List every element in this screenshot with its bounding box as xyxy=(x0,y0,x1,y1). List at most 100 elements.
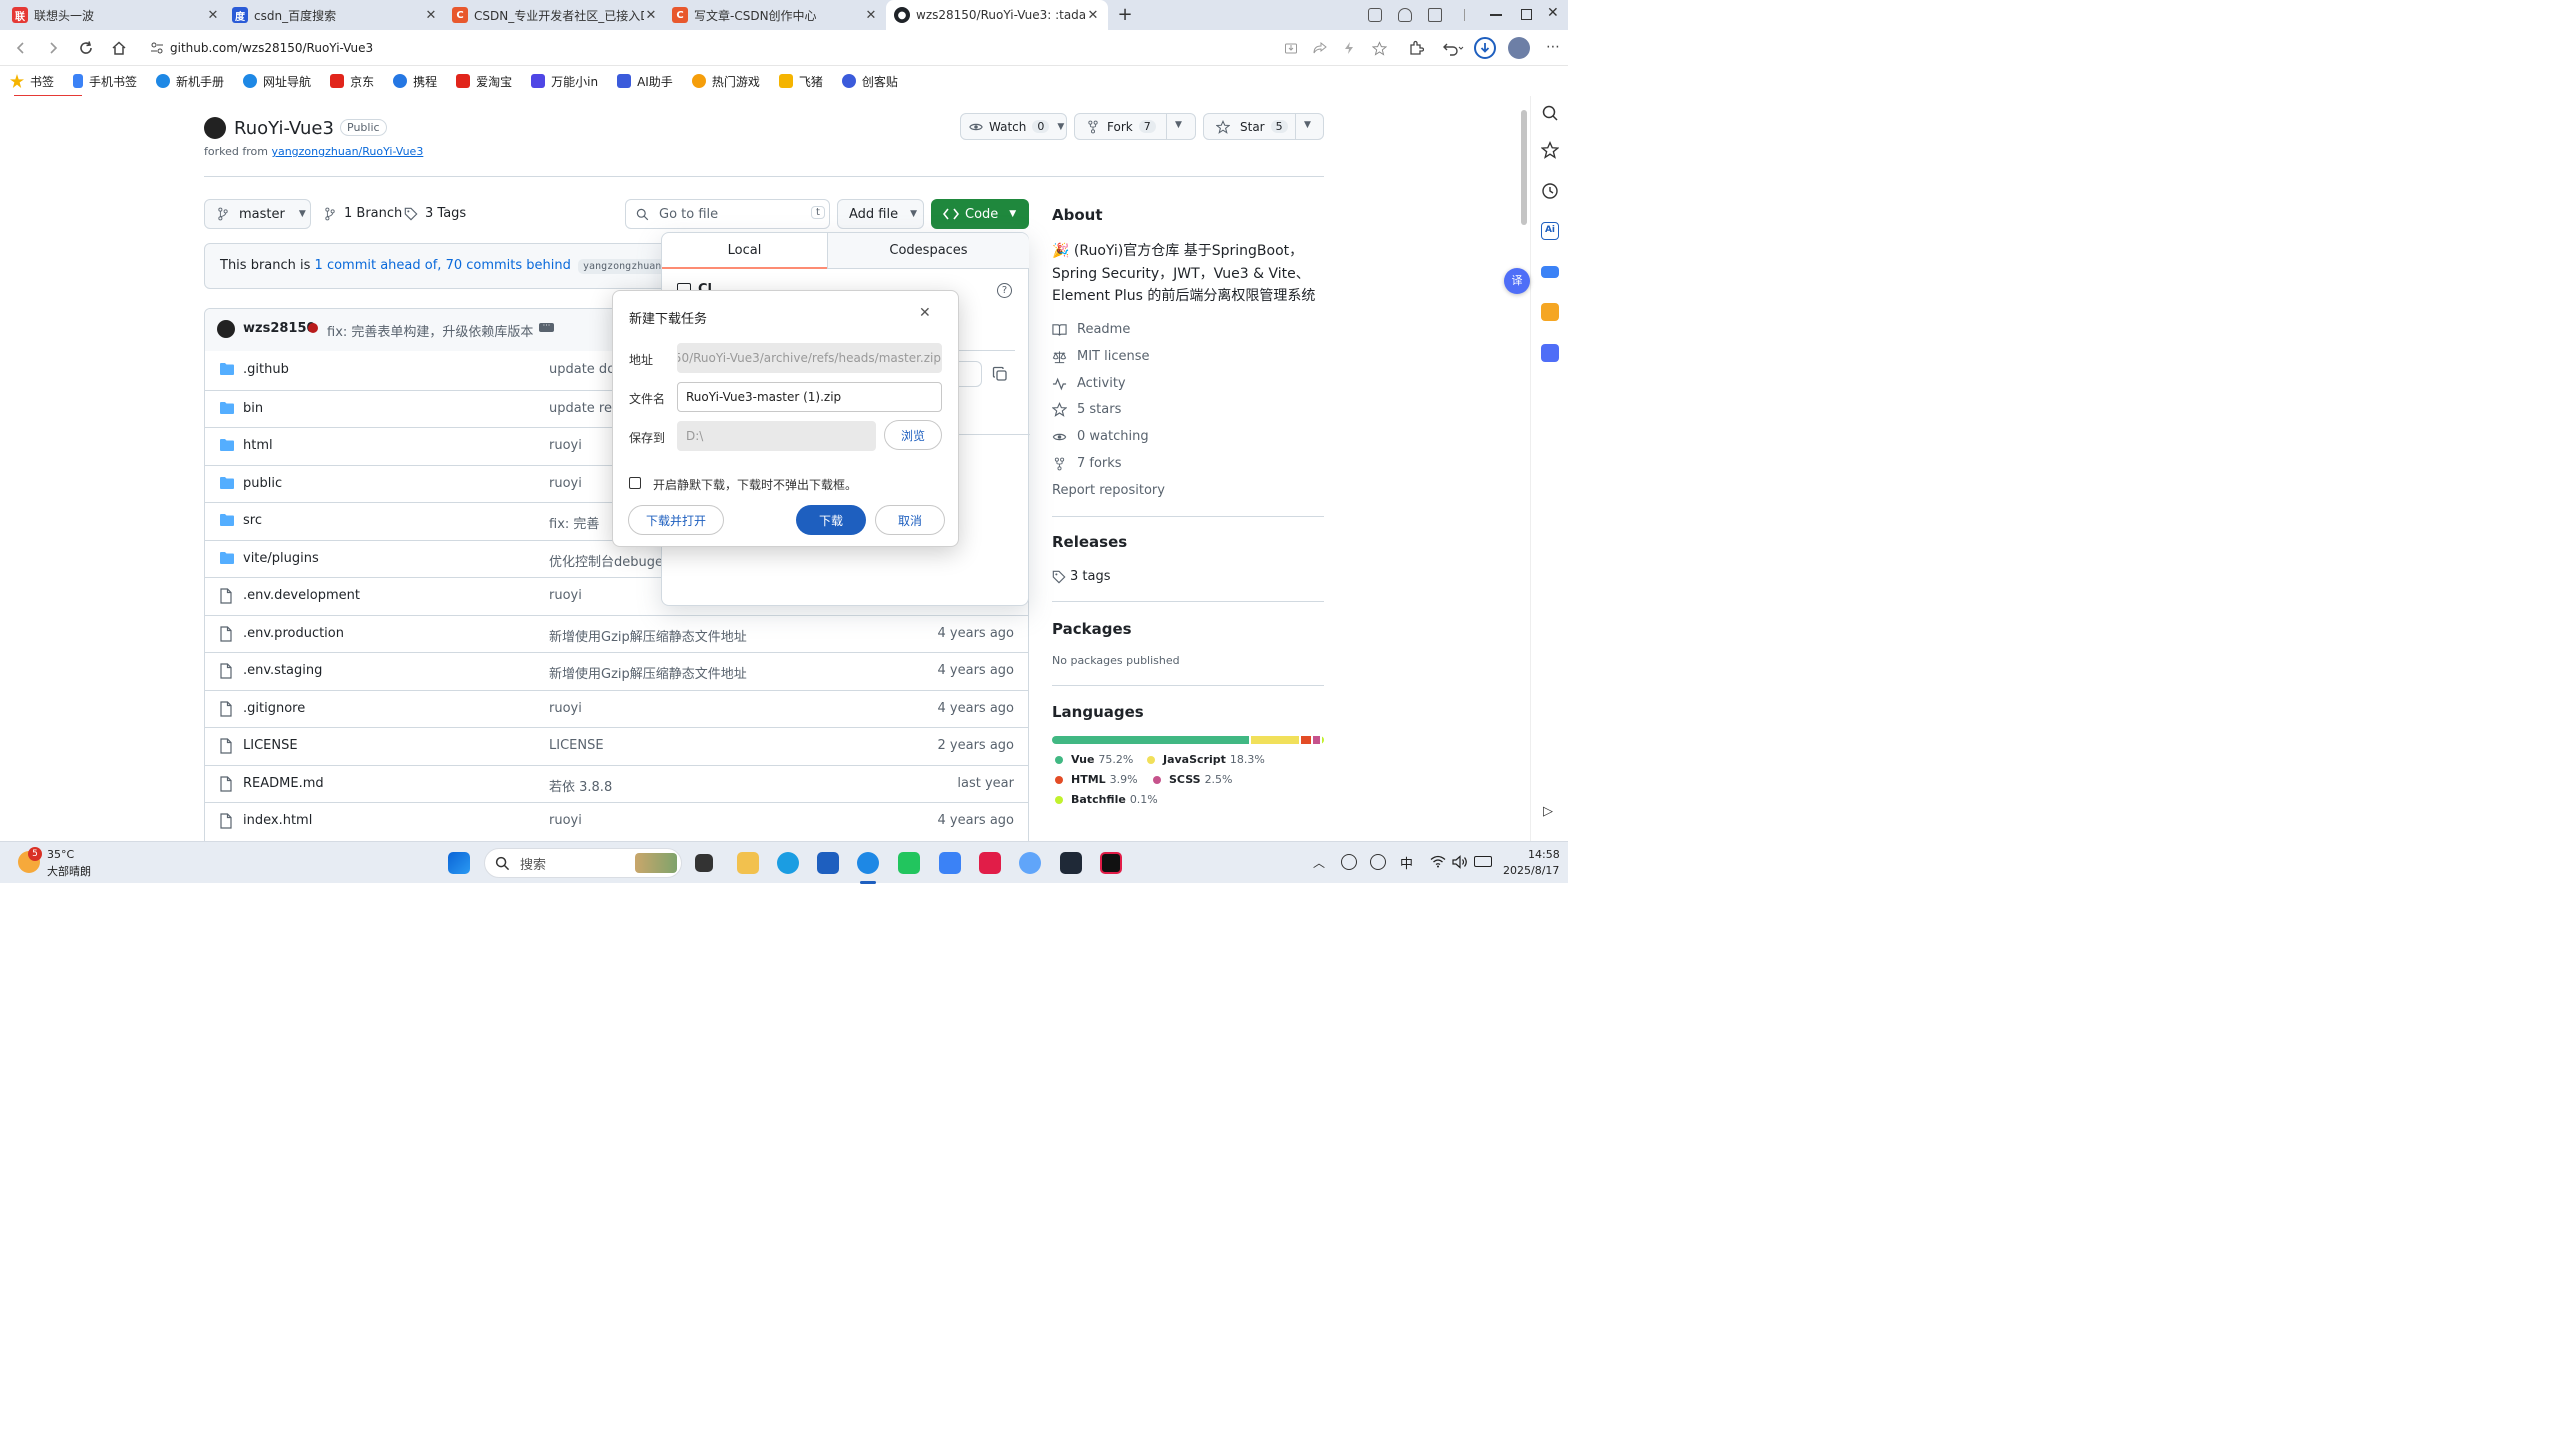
file-commit-message[interactable]: ruoyi xyxy=(549,476,582,491)
bookmark-item[interactable]: 网址导航 xyxy=(243,73,311,90)
minimize-icon[interactable] xyxy=(1490,14,1502,16)
file-commit-message[interactable]: 新增使用Gzip解压缩静态文件地址 xyxy=(549,626,747,645)
report-repository-link[interactable]: Report repository xyxy=(1052,483,1165,498)
file-name[interactable]: README.md xyxy=(243,776,324,791)
activity-link[interactable]: Activity xyxy=(1052,376,1126,391)
wifi-icon[interactable] xyxy=(1430,855,1446,868)
help-icon[interactable]: ? xyxy=(997,283,1012,298)
go-to-file-input[interactable]: Go to file t xyxy=(625,199,830,229)
browser-app-icon[interactable] xyxy=(857,852,879,874)
close-icon[interactable]: ✕ xyxy=(424,8,438,23)
file-name[interactable]: .gitignore xyxy=(243,701,305,716)
reload-icon[interactable] xyxy=(77,39,95,57)
bookmark-item[interactable]: 新机手册 xyxy=(156,73,224,90)
language-item[interactable]: Vue 75.2% xyxy=(1055,753,1133,766)
game-icon[interactable] xyxy=(1398,8,1412,22)
code-button[interactable]: Code ▼ xyxy=(931,199,1029,229)
toolbox-icon[interactable] xyxy=(1541,303,1559,321)
history-icon[interactable] xyxy=(1541,182,1559,200)
file-name[interactable]: public xyxy=(243,476,282,491)
ahead-behind-link[interactable]: 1 commit ahead of, 70 commits behind xyxy=(315,258,571,273)
translate-panel-icon[interactable] xyxy=(1541,344,1559,362)
releases-tags-link[interactable]: 3 tags xyxy=(1052,569,1111,584)
file-row[interactable]: LICENSE LICENSE 2 years ago xyxy=(205,727,1029,764)
close-icon[interactable]: ✕ xyxy=(864,8,878,23)
windows-start-icon[interactable] xyxy=(448,852,470,874)
download-button[interactable]: 下载 xyxy=(796,505,866,535)
store-icon[interactable] xyxy=(817,852,839,874)
repo-owner-avatar[interactable] xyxy=(204,117,226,139)
new-tab-button[interactable]: + xyxy=(1115,5,1135,25)
commit-author[interactable]: wzs28150 xyxy=(243,321,316,336)
extension-icon[interactable] xyxy=(1428,8,1442,22)
file-commit-message[interactable]: ruoyi xyxy=(549,438,582,453)
star-button[interactable]: Star 5 ▼ xyxy=(1203,113,1324,140)
language-item[interactable]: SCSS 2.5% xyxy=(1153,773,1233,786)
bookmark-item[interactable]: 飞猪 xyxy=(778,73,823,90)
file-commit-message[interactable]: update reg xyxy=(549,401,620,416)
download-and-open-button[interactable]: 下载并打开 xyxy=(628,505,724,535)
file-name[interactable]: index.html xyxy=(243,813,312,828)
tab-4-active[interactable]: ● wzs28150/RuoYi-Vue3: :tada: (R ✕ xyxy=(886,0,1108,30)
repo-name[interactable]: RuoYi-Vue3 xyxy=(234,118,334,139)
readme-link[interactable]: Readme xyxy=(1052,322,1130,337)
flash-icon[interactable] xyxy=(1340,39,1358,57)
add-file-button[interactable]: Add file ▼ xyxy=(837,199,924,229)
bookmark-item[interactable]: 热门游戏 xyxy=(691,73,760,90)
file-name[interactable]: .env.development xyxy=(243,588,360,603)
weather-temp[interactable]: 35°C xyxy=(47,848,74,861)
bookmark-item[interactable]: 创客贴 xyxy=(841,73,898,90)
commit-author-avatar[interactable] xyxy=(217,320,235,338)
app-icon[interactable] xyxy=(1019,852,1041,874)
ai-icon[interactable]: Ai xyxy=(1541,222,1559,240)
browse-button[interactable]: 浏览 xyxy=(884,420,942,450)
favorites-icon[interactable] xyxy=(1541,141,1559,159)
taskbar-search[interactable]: 搜索 xyxy=(484,848,682,878)
clock-time[interactable]: 14:58 xyxy=(1528,848,1560,861)
file-commit-message[interactable]: fix: 完善 xyxy=(549,513,599,532)
bookmark-item[interactable]: 万能小in xyxy=(531,73,598,90)
sidebar-toggle-icon[interactable] xyxy=(1368,8,1382,22)
tab-3[interactable]: C 写文章-CSDN创作中心 ✕ xyxy=(664,0,886,30)
bookmark-item[interactable]: 爱淘宝 xyxy=(456,73,512,90)
chevron-down-icon[interactable]: ▼ xyxy=(1057,122,1064,132)
chevron-down-icon[interactable]: ▼ xyxy=(1304,120,1311,130)
clock-date[interactable]: 2025/8/17 xyxy=(1503,864,1559,877)
packages-heading[interactable]: Packages xyxy=(1052,620,1132,638)
collapse-panel-icon[interactable]: ▷ xyxy=(1543,804,1553,819)
weather-desc[interactable]: 大部晴朗 xyxy=(47,863,91,879)
branch-count-link[interactable]: 1 Branch xyxy=(324,206,402,221)
extensions-icon[interactable] xyxy=(1407,39,1425,57)
battery-icon[interactable] xyxy=(1474,856,1492,867)
close-icon[interactable]: ✕ xyxy=(1086,8,1100,23)
file-row[interactable]: .gitignore ruoyi 4 years ago xyxy=(205,689,1029,727)
terminal-icon[interactable] xyxy=(1060,852,1082,874)
branch-selector[interactable]: master ▼ xyxy=(204,199,311,229)
bookmark-item[interactable]: 书签 xyxy=(10,73,54,90)
download-icon[interactable] xyxy=(1474,37,1496,59)
language-item[interactable]: HTML 3.9% xyxy=(1055,773,1138,786)
cancel-button[interactable]: 取消 xyxy=(875,505,945,535)
wechat-icon[interactable] xyxy=(898,852,920,874)
file-commit-message[interactable]: update dor xyxy=(549,362,621,377)
copy-icon[interactable] xyxy=(992,366,1008,382)
file-row[interactable]: index.html ruoyi 4 years ago xyxy=(205,802,1029,839)
file-row[interactable]: .env.staging 新增使用Gzip解压缩静态文件地址 4 years ago xyxy=(205,652,1029,689)
tab-1[interactable]: 度 csdn_百度搜索 ✕ xyxy=(224,0,446,30)
feishu-icon[interactable] xyxy=(939,852,961,874)
file-commit-message[interactable]: ruoyi xyxy=(549,701,582,716)
gamepad-icon[interactable] xyxy=(1541,266,1559,278)
intellij-icon[interactable] xyxy=(1100,852,1122,874)
maximize-icon[interactable] xyxy=(1521,9,1532,20)
sync-icon[interactable] xyxy=(1341,854,1357,870)
install-app-icon[interactable] xyxy=(1282,39,1300,57)
back-icon[interactable] xyxy=(12,39,30,57)
stars-link[interactable]: 5 stars xyxy=(1052,402,1121,417)
ellipsis-icon[interactable]: ··· xyxy=(539,322,554,332)
watch-button[interactable]: Watch 0 ▼ xyxy=(960,113,1067,140)
commit-message[interactable]: fix: 完善表单构建，升级依赖库版本 xyxy=(327,321,533,340)
file-name[interactable]: .env.production xyxy=(243,626,344,641)
file-row[interactable]: README.md 若依 3.8.8 last year xyxy=(205,764,1029,802)
edge-icon[interactable] xyxy=(777,852,799,874)
security-icon[interactable] xyxy=(1370,854,1386,870)
